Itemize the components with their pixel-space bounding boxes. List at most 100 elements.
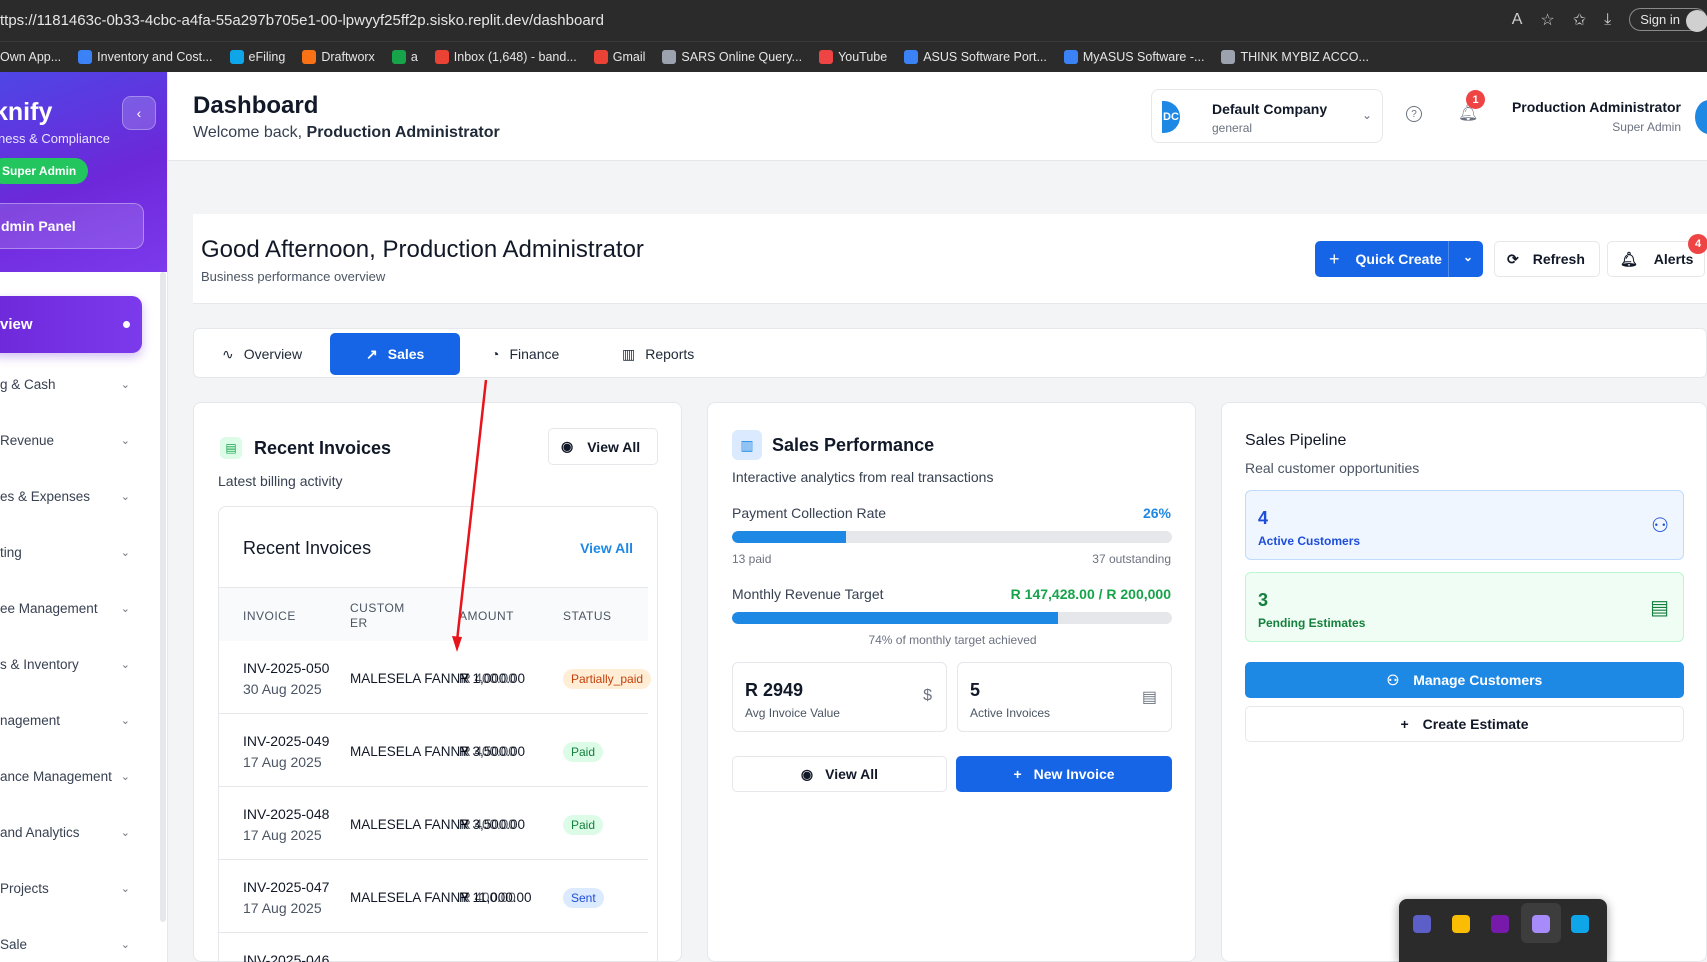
bookmark-item[interactable]: Gmail	[593, 50, 645, 64]
feather-app-icon[interactable]	[1532, 915, 1550, 933]
refresh-button[interactable]: ⟳ Refresh	[1494, 241, 1600, 277]
sidebar-item[interactable]: ting ⌄	[0, 537, 130, 567]
bookmark-favicon-icon	[662, 50, 677, 64]
bookmark-label: eFiling	[248, 50, 286, 64]
invoice-amount-overlap: R 400.00	[461, 817, 516, 832]
invoice-amount-overlap: R 400.00	[461, 744, 516, 759]
bookmark-label: SARS Online Query...	[681, 50, 803, 64]
bookmark-item[interactable]: THINK MYBIZ ACCO...	[1221, 50, 1369, 64]
bookmark-item[interactable]: YouTube	[819, 50, 887, 64]
teams-icon[interactable]	[1413, 915, 1431, 933]
bookmark-item[interactable]: Draftworx	[302, 50, 375, 64]
bookmark-item[interactable]: Own App...	[0, 50, 61, 64]
paid-count: 13 paid	[732, 552, 772, 566]
panel-view-all-link[interactable]: View All	[580, 540, 633, 556]
tab-finance[interactable]: ◔ Finance	[491, 333, 559, 375]
tab-reports[interactable]: ▥ Reports	[622, 333, 694, 375]
table-row[interactable]: INV-2025-046	[219, 933, 648, 962]
sidebar-item[interactable]: Sale ⌄	[0, 929, 130, 959]
table-row[interactable]: INV-2025-048 17 Aug 2025 MALESELA FANNY R 3…	[219, 787, 648, 860]
view-all-invoices-button[interactable]: ◉ View All	[548, 428, 658, 465]
user-avatar[interactable]	[1695, 100, 1707, 134]
bar-chart-icon: ▥	[622, 345, 636, 362]
chevron-down-icon[interactable]: ⌄	[1463, 250, 1473, 264]
favorite-star-icon[interactable]: ☆	[1540, 10, 1554, 30]
avg-invoice-stat: R 2949 Avg Invoice Value $	[732, 662, 947, 732]
downloads-icon[interactable]: ⤓	[1604, 11, 1611, 29]
collapse-sidebar-button[interactable]: ‹	[122, 96, 156, 130]
sidebar-item[interactable]: s & Inventory ⌄	[0, 649, 130, 679]
table-row[interactable]: INV-2025-049 17 Aug 2025 MALESELA FANNY R 3…	[219, 714, 648, 787]
create-estimate-button[interactable]: + Create Estimate	[1245, 706, 1684, 742]
read-aloud-icon[interactable]: A	[1512, 11, 1523, 29]
sidebar-item[interactable]: and Analytics ⌄	[0, 817, 130, 847]
bookmark-label: THINK MYBIZ ACCO...	[1240, 50, 1369, 64]
greeting-title: Good Afternoon, Production Administrator	[201, 236, 644, 263]
sidebar-item[interactable]: g & Cash ⌄	[0, 369, 130, 399]
sidebar-item[interactable]: Projects ⌄	[0, 873, 130, 903]
pending-estimates-label: Pending Estimates	[1258, 616, 1366, 630]
quick-create-button[interactable]: + Quick Create ⌄	[1315, 241, 1483, 277]
taskbar-flyout	[1399, 899, 1607, 962]
eye-icon: ◉	[561, 438, 574, 454]
status-badge: Paid	[563, 815, 604, 835]
activity-icon: ∿	[222, 345, 234, 362]
new-invoice-button[interactable]: + New Invoice	[956, 756, 1172, 792]
manage-customers-button[interactable]: ⚇ Manage Customers	[1245, 662, 1684, 698]
revenue-target-bar	[732, 612, 1172, 624]
brand-name: knify	[0, 98, 53, 126]
bookmark-item[interactable]: Inventory and Cost...	[78, 50, 213, 64]
invoice-date: 17 Aug 2025	[243, 754, 322, 770]
card-subtitle: Latest billing activity	[218, 473, 343, 489]
favorites-icon[interactable]: ✩	[1573, 10, 1586, 30]
sidebar-item-label: nagement	[0, 712, 61, 728]
onenote-icon[interactable]	[1491, 915, 1509, 933]
alerts-count-badge: 4	[1688, 234, 1707, 254]
customer-name: MALESELA FANNY	[350, 671, 470, 686]
sidebar-item[interactable]: nagement ⌄	[0, 705, 130, 735]
stat-value: R 2949	[745, 680, 804, 700]
url-field[interactable]: ttps://1181463c-0b33-4cbc-a4fa-55a297b70…	[0, 12, 604, 29]
bookmark-favicon-icon	[229, 50, 244, 64]
tab-overview[interactable]: ∿ Overview	[222, 333, 302, 375]
company-selector[interactable]: DC Default Company general ⌄	[1151, 89, 1383, 143]
google-drive-icon[interactable]	[1452, 915, 1470, 933]
sidebar-item-label: ee Management	[0, 600, 98, 616]
sidebar-item[interactable]: ee Management ⌄	[0, 593, 130, 623]
admin-panel-button[interactable]: dmin Panel	[0, 203, 144, 249]
bookmark-favicon-icon	[593, 50, 608, 64]
table-row[interactable]: INV-2025-050 30 Aug 2025 MALESELA FANNY R 1…	[219, 641, 652, 714]
bookmark-item[interactable]: ASUS Software Port...	[904, 50, 1047, 64]
sidebar-scrollbar[interactable]	[160, 272, 166, 922]
invoice-number: INV-2025-049	[243, 733, 330, 749]
active-customers-box[interactable]: 4 Active Customers ⚇	[1245, 490, 1684, 560]
bookmark-item[interactable]: MyASUS Software -...	[1063, 50, 1204, 64]
sidebar-item[interactable]: es & Expenses ⌄	[0, 481, 130, 511]
panel-title: Recent Invoices	[243, 538, 372, 558]
file-text-icon: ▤	[220, 437, 242, 459]
bookmark-item[interactable]: eFiling	[229, 50, 286, 64]
super-admin-badge: Super Admin	[0, 158, 89, 184]
table-row[interactable]: INV-2025-047 17 Aug 2025 MALESELA FANNY R 1…	[219, 860, 648, 933]
sign-in-button[interactable]: Sign in	[1629, 8, 1707, 32]
view-all-sales-button[interactable]: ◉ View All	[732, 756, 947, 792]
pending-estimates-box[interactable]: 3 Pending Estimates ▤	[1245, 572, 1684, 642]
table-header: INVOICE CUSTOM ER AMOUNT STATUS	[219, 587, 648, 641]
pie-chart-icon: ◔	[491, 346, 500, 362]
column-header-amount: AMOUNT	[459, 609, 514, 623]
app-window-icon[interactable]	[1571, 915, 1589, 933]
tab-sales[interactable]: ↗ Sales	[330, 333, 460, 375]
sidebar-item[interactable]: Revenue ⌄	[0, 425, 130, 455]
sidebar-item[interactable]: ance Management ⌄	[0, 761, 130, 791]
recent-invoices-card: ▤ Recent Invoices Latest billing activit…	[193, 402, 682, 962]
user-name[interactable]: Production Administrator	[1512, 99, 1681, 115]
invoice-number: INV-2025-050	[243, 660, 330, 676]
bell-icon: 🔔︎	[1620, 250, 1638, 267]
invoice-date: 17 Aug 2025	[243, 900, 322, 916]
help-icon[interactable]: ?	[1406, 106, 1422, 122]
sidebar-item-overview[interactable]: view	[0, 296, 142, 353]
bookmark-item[interactable]: a	[391, 50, 418, 64]
bookmark-item[interactable]: SARS Online Query...	[662, 50, 802, 64]
greeting-card: Good Afternoon, Production Administrator…	[193, 214, 1707, 304]
bookmark-item[interactable]: Inbox (1,648) - band...	[434, 50, 577, 64]
